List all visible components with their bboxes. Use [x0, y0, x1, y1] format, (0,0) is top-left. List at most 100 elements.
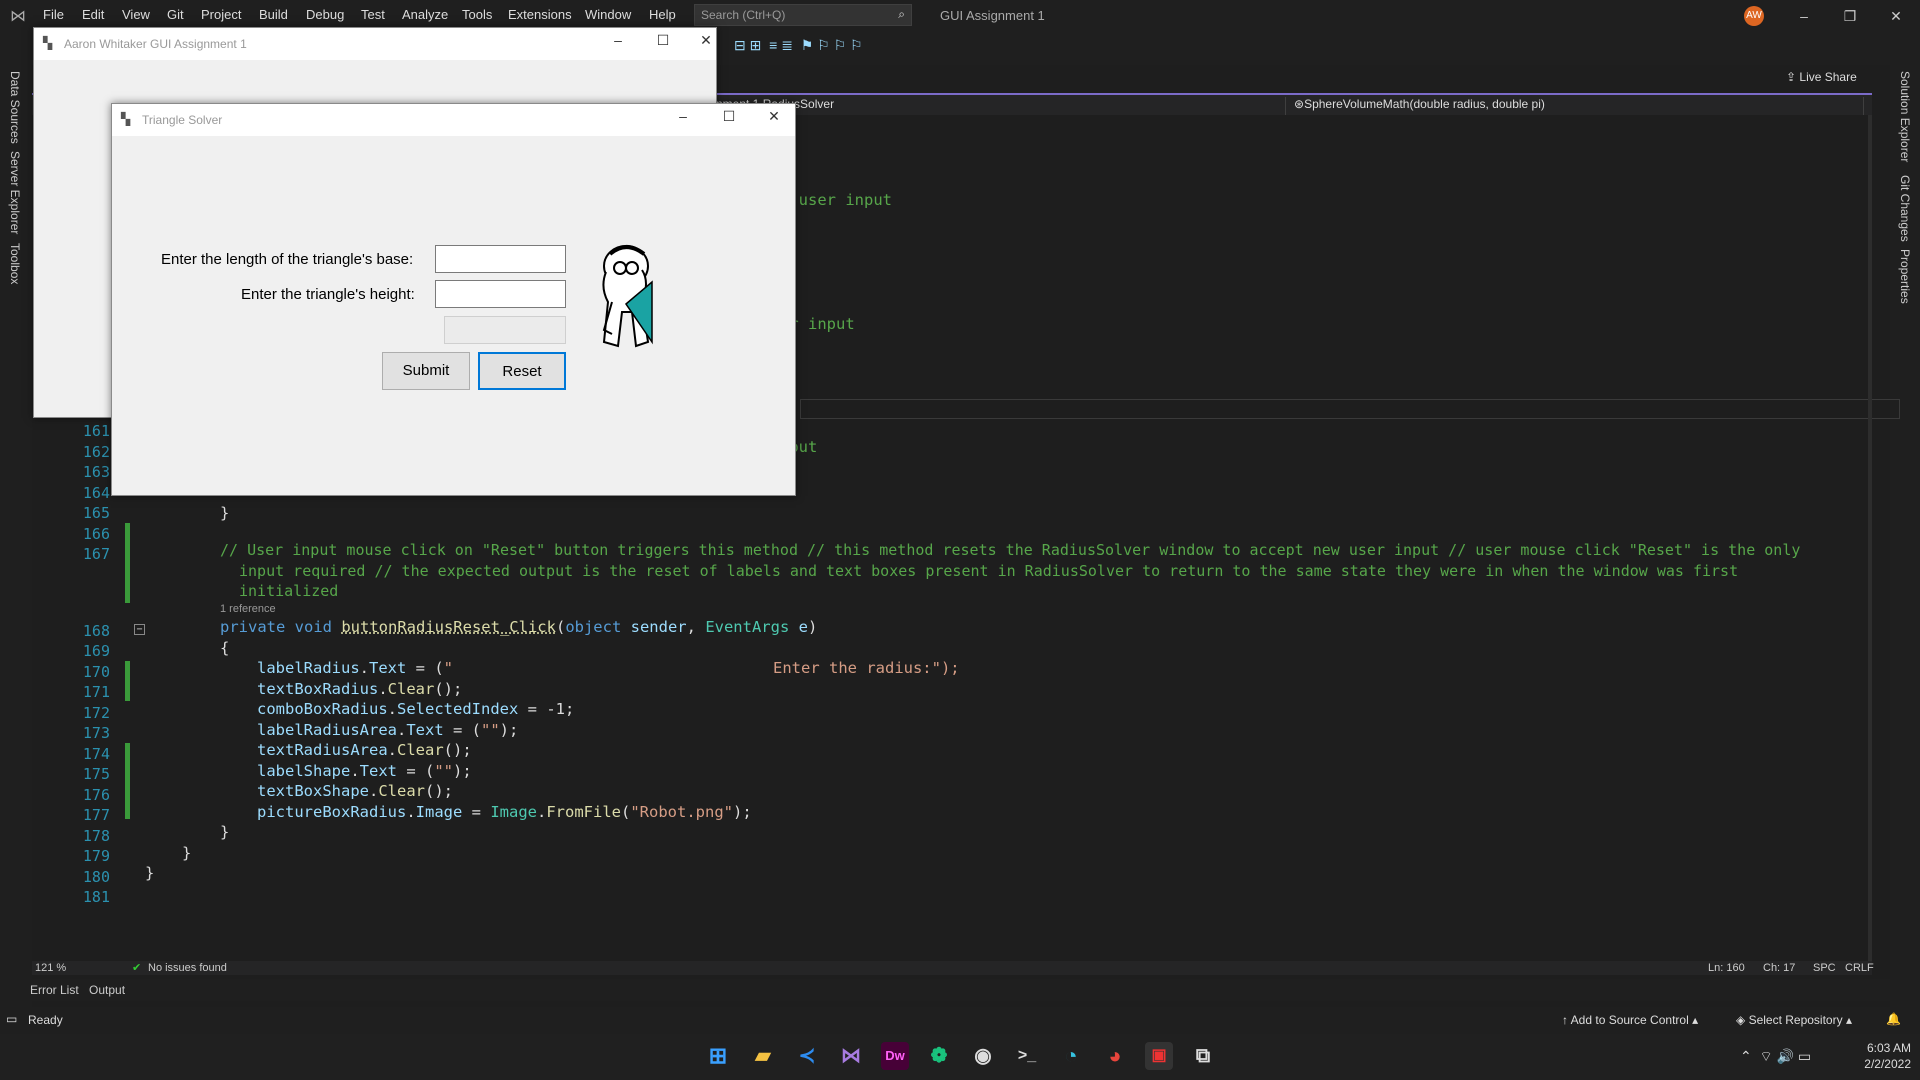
add-to-source-control-button[interactable]: ↑ Add to Source Control ▴ — [1562, 1013, 1698, 1027]
tab-toolbox[interactable]: Toolbox — [8, 243, 22, 284]
line-ending-indicator[interactable]: CRLF — [1845, 962, 1874, 974]
form-icon: ▚ — [43, 36, 53, 50]
notifications-icon[interactable]: 🔔 — [1886, 1012, 1901, 1026]
tab-git-changes[interactable]: Git Changes — [1898, 175, 1912, 242]
line-number: 163 — [82, 463, 110, 481]
member-dropdown[interactable]: ⊛SphereVolumeMath(double radius, double … — [1290, 97, 1864, 115]
ready-status: Ready — [28, 1013, 63, 1027]
submit-button[interactable]: Submit — [382, 352, 470, 390]
menu-debug[interactable]: Debug — [306, 7, 344, 22]
reset-button[interactable]: Reset — [478, 352, 566, 390]
line-number: 175 — [82, 765, 110, 783]
main-form-titlebar[interactable]: ▚ Aaron Whitaker GUI Assignment 1 – ☐ ✕ — [34, 28, 716, 60]
chatgpt-icon[interactable]: ❁ — [925, 1042, 953, 1070]
arrow-up-icon: ↑ — [1562, 1013, 1571, 1027]
minimize-icon[interactable]: – — [1784, 4, 1824, 28]
triangle-solver-titlebar[interactable]: ▚ Triangle Solver – ☐ ✕ — [112, 104, 795, 136]
maximize-icon[interactable]: ☐ — [707, 108, 751, 125]
collapse-icon[interactable]: − — [134, 624, 145, 635]
column-indicator: Ch: 17 — [1763, 962, 1796, 974]
current-line-highlight — [800, 399, 1900, 419]
code-line: textBoxShape.Clear(); — [257, 782, 453, 800]
change-marker — [125, 661, 130, 701]
code-line: comboBoxRadius.SelectedIndex = -1; — [257, 700, 575, 718]
height-label: Enter the triangle's height: — [241, 286, 415, 303]
chrome-icon[interactable]: ◕ — [1101, 1042, 1129, 1070]
dreamweaver-icon[interactable]: Dw — [881, 1042, 909, 1070]
active-app-icon[interactable]: ▣ — [1145, 1042, 1173, 1070]
select-repository-label: Select Repository — [1748, 1013, 1843, 1027]
maximize-icon[interactable]: ☐ — [641, 32, 685, 49]
windows-taskbar: ⊞ ▰ ≺ ⋈ Dw ❁ ◉ >_ ◔ ◕ ▣ ⧉ ⌃ ⌔ 🔊 ▭ 6:03 A… — [0, 1034, 1920, 1080]
line-number: 181 — [82, 888, 110, 906]
menu-build[interactable]: Build — [259, 7, 288, 22]
code-line: private void buttonRadiusReset_Click(obj… — [220, 618, 818, 636]
clock-time[interactable]: 6:03 AM — [1855, 1041, 1911, 1055]
terminal-icon[interactable]: >_ — [1013, 1042, 1041, 1070]
menu-analyze[interactable]: Analyze — [402, 7, 448, 22]
menu-tools[interactable]: Tools — [462, 7, 492, 22]
code-fragment: d user input — [780, 191, 892, 209]
code-lens-references[interactable]: 1 reference — [220, 603, 276, 615]
close-icon[interactable]: ✕ — [1876, 4, 1916, 28]
menu-view[interactable]: View — [122, 7, 150, 22]
vscode-icon[interactable]: ≺ — [793, 1042, 821, 1070]
menu-window[interactable]: Window — [585, 7, 631, 22]
menu-extensions[interactable]: Extensions — [508, 7, 572, 22]
task-view-icon[interactable]: ⧉ — [1189, 1042, 1217, 1070]
minimize-icon[interactable]: – — [596, 32, 640, 48]
tab-output[interactable]: Output — [89, 983, 125, 997]
height-input[interactable] — [435, 280, 566, 308]
whitespace-indicator[interactable]: SPC — [1813, 962, 1836, 974]
tab-properties[interactable]: Properties — [1898, 249, 1912, 304]
menu-edit[interactable]: Edit — [82, 7, 104, 22]
live-share-button[interactable]: ⇪ Live Share — [1786, 70, 1857, 84]
github-desktop-icon[interactable]: ◉ — [969, 1042, 997, 1070]
line-number: 180 — [82, 868, 110, 886]
left-tool-rail: Data Sources Server Explorer Toolbox — [0, 65, 32, 1008]
line-number: 168 — [82, 622, 110, 640]
tab-solution-explorer[interactable]: Solution Explorer — [1898, 71, 1912, 162]
menu-git[interactable]: Git — [167, 7, 184, 22]
edge-icon[interactable]: ◔ — [1057, 1042, 1085, 1070]
tab-server-explorer[interactable]: Server Explorer — [8, 151, 22, 234]
code-line: } — [145, 864, 155, 882]
windows-start-icon[interactable]: ⊞ — [704, 1042, 732, 1070]
form-icon: ▚ — [121, 112, 131, 126]
clock-date[interactable]: 2/2/2022 — [1855, 1057, 1911, 1071]
menu-project[interactable]: Project — [201, 7, 241, 22]
visual-studio-icon[interactable]: ⋈ — [837, 1042, 865, 1070]
line-number: 170 — [82, 663, 110, 681]
robot-image — [602, 245, 653, 348]
tab-error-list[interactable]: Error List — [30, 983, 79, 997]
minimize-icon[interactable]: – — [661, 108, 705, 124]
menu-file[interactable]: File — [43, 7, 64, 22]
close-icon[interactable]: ✕ — [684, 32, 728, 49]
line-number: 179 — [82, 847, 110, 865]
search-input[interactable]: Search (Ctrl+Q) ⌕ — [694, 4, 912, 26]
visual-studio-logo-icon[interactable]: ⋈ — [10, 6, 34, 25]
base-input[interactable] — [435, 245, 566, 273]
tab-data-sources[interactable]: Data Sources — [8, 71, 22, 144]
method-icon: ⊛ — [1294, 97, 1305, 111]
system-tray-icons[interactable]: ⌃ ⌔ 🔊 ▭ — [1740, 1048, 1811, 1066]
triangle-solver-title: Triangle Solver — [142, 113, 223, 127]
solution-title: GUI Assignment 1 — [940, 8, 1045, 23]
scrollbar[interactable] — [1868, 115, 1872, 961]
zoom-level[interactable]: 121 % — [35, 962, 66, 974]
restore-icon[interactable]: ❐ — [1830, 4, 1870, 28]
line-number: 176 — [82, 786, 110, 804]
triangle-solver-window[interactable]: ▚ Triangle Solver – ☐ ✕ Enter the length… — [111, 103, 796, 496]
avatar[interactable]: AW — [1744, 6, 1764, 26]
result-output — [444, 316, 566, 344]
line-number: 167 — [82, 545, 110, 563]
line-number: 171 — [82, 683, 110, 701]
editor-status-strip: 121 % ✔ No issues found Ln: 160 Ch: 17 S… — [32, 961, 1874, 975]
select-repository-button[interactable]: ◈ Select Repository ▴ — [1736, 1013, 1852, 1027]
file-explorer-icon[interactable]: ▰ — [749, 1042, 777, 1070]
menu-test[interactable]: Test — [361, 7, 385, 22]
issues-status[interactable]: No issues found — [148, 962, 227, 974]
toolbar-tools-icon[interactable]: ⊟ ⊞ ≡ ≣ ⚑ ⚐ ⚐ ⚐ — [734, 37, 863, 54]
close-icon[interactable]: ✕ — [752, 108, 796, 125]
menu-help[interactable]: Help — [649, 7, 676, 22]
